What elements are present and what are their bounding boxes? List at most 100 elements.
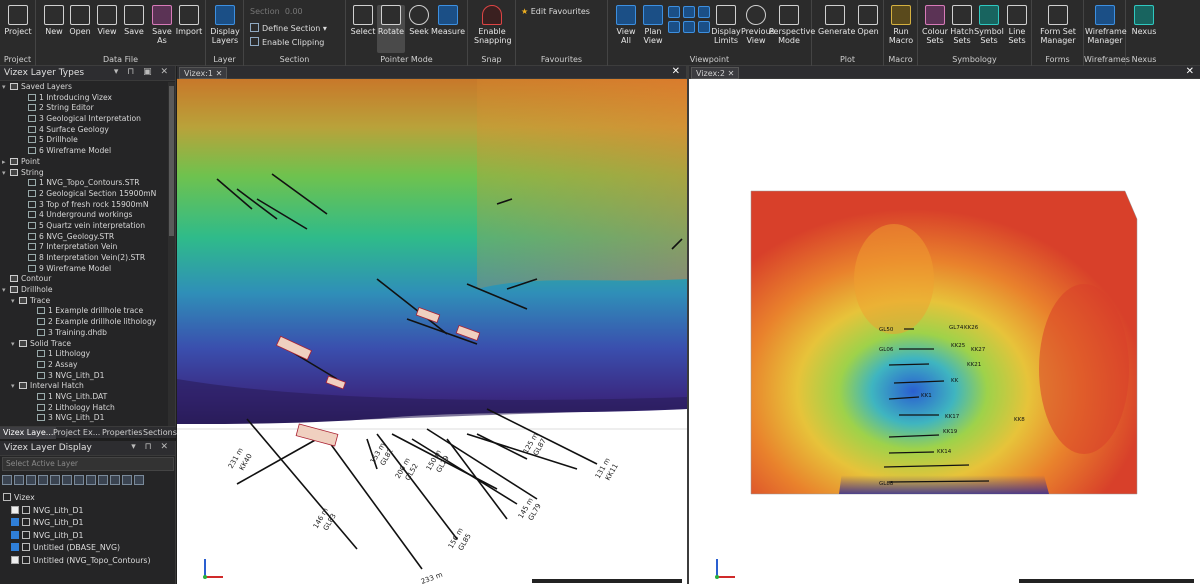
tab-vizex-layers[interactable]: Vizex Laye...: [0, 427, 57, 439]
active-layer-select[interactable]: Select Active Layer: [2, 457, 174, 471]
tree-item[interactable]: Contour: [0, 274, 167, 285]
toolbar-icon[interactable]: [134, 475, 144, 485]
previous-view-button[interactable]: Previous View: [741, 5, 775, 45]
layer-display-item[interactable]: NVG_Lith_D1: [11, 505, 83, 517]
tree-item[interactable]: 1 NVG_Topo_Contours.STR: [0, 178, 167, 189]
layer-display-item[interactable]: Vizex: [3, 492, 35, 504]
layer-display-item[interactable]: NVG_Lith_D1: [11, 517, 83, 529]
tree-item[interactable]: 6 Wireframe Model: [0, 146, 167, 157]
toolbar-icon[interactable]: [26, 475, 36, 485]
view-dir-icon[interactable]: [698, 6, 710, 18]
perspective-mode-button[interactable]: Perspective Mode: [769, 5, 815, 45]
tree-item[interactable]: 1 NVG_Lith.DAT: [0, 392, 167, 403]
import-button[interactable]: Import: [175, 5, 203, 36]
measure-button[interactable]: Measure: [431, 5, 465, 36]
define-section-button[interactable]: Define Section ▾: [250, 23, 327, 33]
tree-item[interactable]: 3 NVG_Lith_D1: [0, 371, 167, 382]
plot-open-button[interactable]: Open: [854, 5, 882, 36]
generate-button[interactable]: Generate: [818, 5, 855, 36]
tree-item[interactable]: 2 String Editor: [0, 103, 167, 114]
toolbar-icon[interactable]: [98, 475, 108, 485]
expand-arrow-icon[interactable]: ▾: [2, 82, 10, 93]
toolbar-icon[interactable]: [38, 475, 48, 485]
enable-clipping-button[interactable]: Enable Clipping: [250, 37, 324, 47]
layer-display-item[interactable]: NVG_Lith_D1: [11, 530, 83, 542]
tree-item[interactable]: 4 Surface Geology: [0, 125, 167, 136]
tree-item[interactable]: 9 Wireframe Model: [0, 264, 167, 275]
panel-controls[interactable]: ▾ ⊓ ▣ ✕: [114, 67, 171, 77]
toolbar-icon[interactable]: [122, 475, 132, 485]
toolbar-icon[interactable]: [50, 475, 60, 485]
layer-display-item[interactable]: Untitled (NVG_Topo_Contours): [11, 555, 151, 567]
layer-visibility-checkbox[interactable]: [11, 505, 19, 514]
tree-item[interactable]: 5 Quartz vein interpretation: [0, 221, 167, 232]
view-all-button[interactable]: View All: [612, 5, 640, 45]
tree-item[interactable]: 4 Underground workings: [0, 210, 167, 221]
colour-sets-button[interactable]: Colour Sets: [921, 5, 949, 45]
hatch-sets-button[interactable]: Hatch Sets: [948, 5, 976, 45]
enable-snapping-button[interactable]: Enable Snapping: [474, 5, 512, 45]
panel-controls[interactable]: ▾ ⊓ ✕: [131, 442, 171, 452]
project-button[interactable]: Project: [4, 5, 32, 36]
tree-item[interactable]: 3 NVG_Lith_D1: [0, 413, 167, 424]
view-dir-icon[interactable]: [683, 6, 695, 18]
tab-project-explorer[interactable]: Project Ex...: [50, 427, 103, 439]
tree-item[interactable]: 5 Drillhole: [0, 135, 167, 146]
run-macro-button[interactable]: Run Macro: [887, 5, 915, 45]
expand-arrow-icon[interactable]: ▾: [11, 381, 19, 392]
toolbar-icon[interactable]: [14, 475, 24, 485]
view-dir-icon[interactable]: [668, 6, 680, 18]
tree-item[interactable]: ▾ String: [0, 168, 167, 179]
rotate-button[interactable]: Rotate: [377, 5, 405, 53]
form-set-manager-button[interactable]: Form Set Manager: [1040, 5, 1076, 45]
tree-item[interactable]: 1 Example drillhole trace: [0, 306, 167, 317]
tree-item[interactable]: 6 NVG_Geology.STR: [0, 232, 167, 243]
toolbar-icon[interactable]: [62, 475, 72, 485]
tree-scrollbar[interactable]: [168, 82, 175, 438]
tree-item[interactable]: ▸ Point: [0, 157, 167, 168]
tree-item[interactable]: 2 Example drillhole lithology: [0, 317, 167, 328]
tree-item[interactable]: 2 Assay: [0, 360, 167, 371]
tree-item[interactable]: 2 Geological Section 15900mN: [0, 189, 167, 200]
tree-item[interactable]: 1 Introducing Vizex: [0, 93, 167, 104]
close-icon[interactable]: ✕: [1186, 66, 1194, 77]
expand-arrow-icon[interactable]: ▾: [11, 339, 19, 350]
tree-item[interactable]: ▾ Drillhole: [0, 285, 167, 296]
layer-visibility-checkbox[interactable]: [11, 530, 19, 539]
new-button[interactable]: New: [40, 5, 68, 36]
vizex2-viewport[interactable]: GL50 GL74 KK26 GL06 KK25 KK27 KK21 KK KK…: [689, 79, 1200, 584]
save-button[interactable]: Save: [120, 5, 148, 36]
expand-arrow-icon[interactable]: ▸: [2, 157, 10, 168]
tree-item[interactable]: 7 Interpretation Vein: [0, 242, 167, 253]
section-field[interactable]: Section 0.00: [250, 7, 303, 16]
tree-item[interactable]: 3 Top of fresh rock 15900mN: [0, 200, 167, 211]
view-dir-icon[interactable]: [698, 21, 710, 33]
toolbar-icon[interactable]: [2, 475, 12, 485]
view-dir-icon[interactable]: [668, 21, 680, 33]
edit-favourites-button[interactable]: ★ Edit Favourites: [521, 7, 590, 16]
tree-item[interactable]: 3 Training.dhdb: [0, 328, 167, 339]
layer-display-item[interactable]: Untitled (DBASE_NVG): [11, 542, 120, 554]
tree-item[interactable]: ▾ Trace: [0, 296, 167, 307]
tree-item[interactable]: 8 Interpretation Vein(2).STR: [0, 253, 167, 264]
layer-visibility-checkbox[interactable]: [11, 543, 19, 551]
symbol-sets-button[interactable]: Symbol Sets: [974, 5, 1004, 45]
tree-item[interactable]: 1 Lithology: [0, 349, 167, 360]
display-limits-button[interactable]: Display Limits: [711, 5, 741, 45]
display-layers-button[interactable]: Display Layers: [210, 5, 240, 45]
layer-visibility-checkbox[interactable]: [11, 518, 19, 526]
tree-item[interactable]: ▾ Solid Trace: [0, 339, 167, 350]
tab-vizex1[interactable]: Vizex:1 ✕: [179, 67, 228, 79]
vizex1-viewport[interactable]: 231 m KK40 146 m GL83 156 m GL85 200 m G…: [177, 79, 687, 584]
open-button[interactable]: Open: [66, 5, 94, 36]
expand-arrow-icon[interactable]: ▾: [2, 285, 10, 296]
save-as-button[interactable]: Save As: [148, 5, 176, 45]
nexus-button[interactable]: Nexus: [1130, 5, 1158, 36]
tree-item[interactable]: 2 Lithology Hatch: [0, 403, 167, 414]
view-direction-grid[interactable]: [668, 6, 710, 50]
toolbar-icon[interactable]: [74, 475, 84, 485]
tab-sections[interactable]: Sections: [140, 427, 180, 439]
view-button[interactable]: View: [93, 5, 121, 36]
wireframe-manager-button[interactable]: Wireframe Manager: [1085, 5, 1127, 45]
tree-item[interactable]: ▾ Saved Layers: [0, 82, 167, 93]
